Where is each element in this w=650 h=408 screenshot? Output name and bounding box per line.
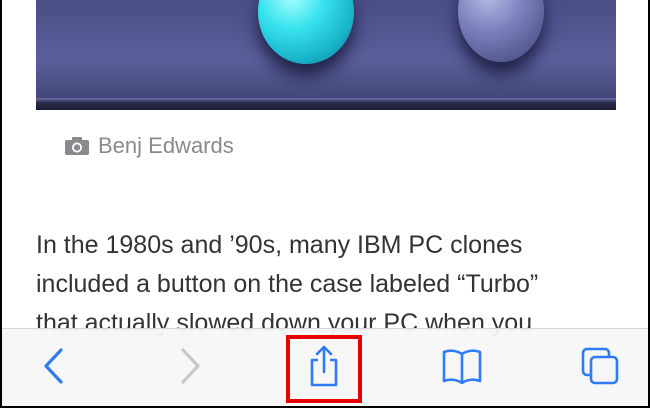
article-line: included a button on the case labeled “T… — [36, 270, 539, 298]
photo-credit: Benj Edwards — [98, 133, 234, 158]
case-panel-edge — [36, 98, 616, 110]
back-chevron-icon — [42, 347, 66, 390]
back-button[interactable] — [24, 329, 84, 406]
article-photo — [36, 0, 616, 110]
tabs-icon — [580, 346, 620, 391]
turbo-button-image — [258, 0, 354, 64]
safari-bottom-toolbar — [2, 328, 648, 406]
bookmarks-button[interactable] — [432, 329, 492, 406]
photo-caption: Benj Edwards — [64, 132, 234, 160]
safari-page: Benj Edwards In the 1980s and ’90s, many… — [2, 0, 648, 406]
share-icon — [306, 344, 342, 393]
forward-button[interactable] — [160, 329, 220, 406]
article-paragraph: In the 1980s and ’90s, many IBM PC clone… — [36, 226, 636, 343]
forward-chevron-icon — [178, 347, 202, 390]
reset-button-image — [458, 0, 544, 62]
tabs-button[interactable] — [570, 329, 630, 406]
share-button[interactable] — [294, 329, 354, 406]
camera-icon — [64, 136, 90, 156]
article-line: In the 1980s and ’90s, many IBM PC clone… — [36, 231, 523, 259]
bookmarks-icon — [441, 348, 483, 389]
